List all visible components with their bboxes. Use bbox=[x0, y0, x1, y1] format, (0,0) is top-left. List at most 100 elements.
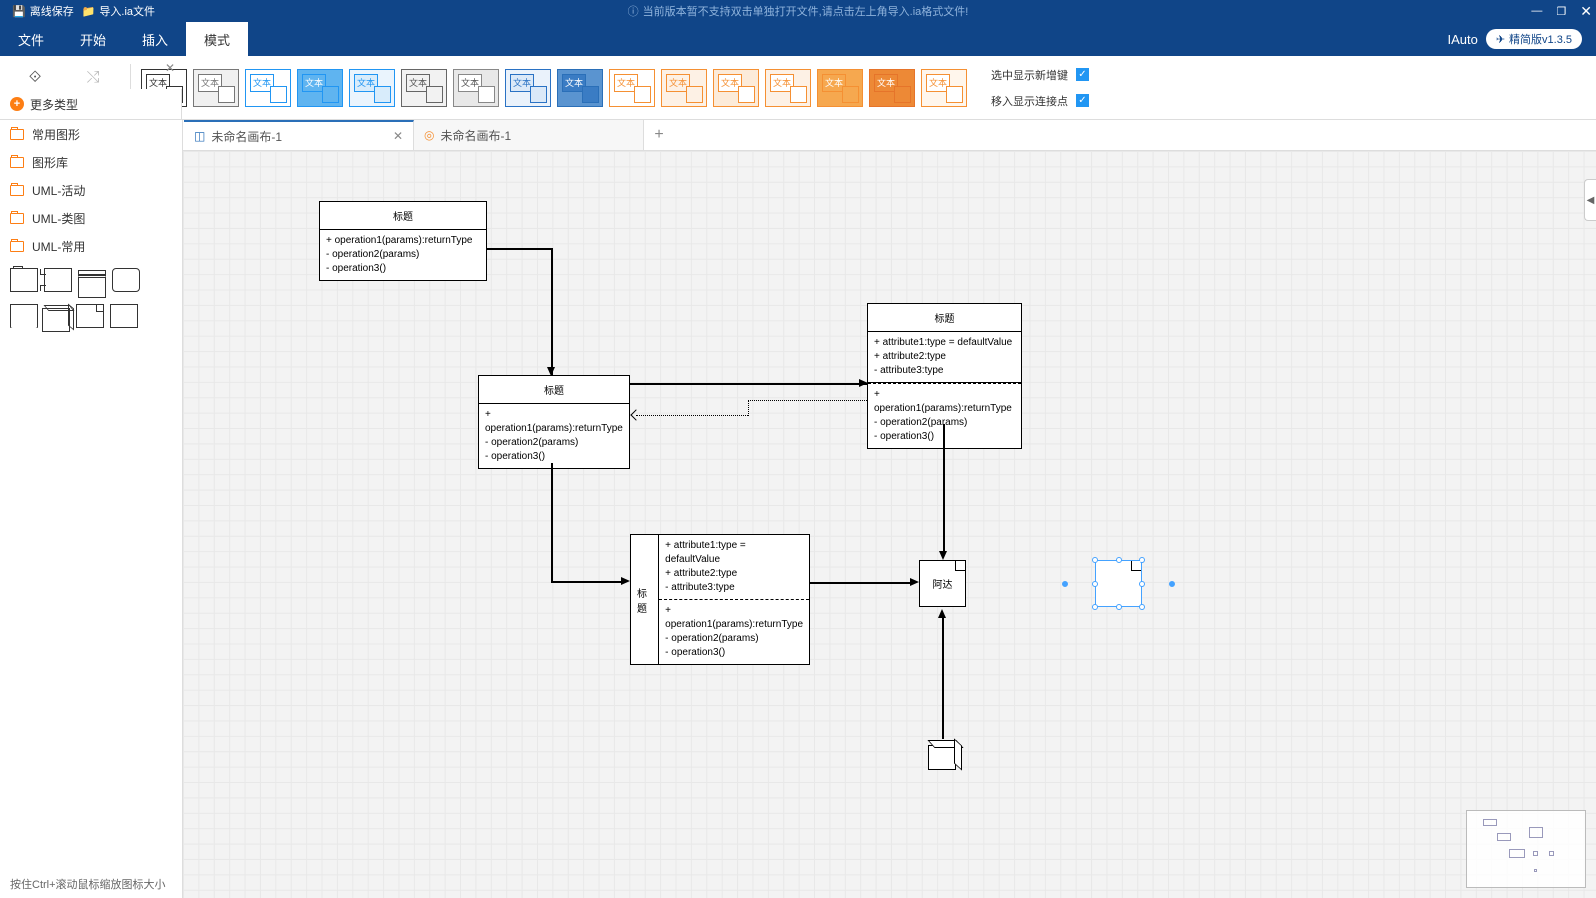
style-swatch-10[interactable]: 文本 bbox=[661, 69, 707, 107]
sidebar-item-uml-class[interactable]: UML-类图 bbox=[0, 204, 182, 232]
canvas[interactable]: ◀ 标题 + operation1(params):returnType - o… bbox=[183, 151, 1596, 898]
sidebar-item-uml-activity[interactable]: UML-活动 bbox=[0, 176, 182, 204]
checkbox-checked-icon: ✓ bbox=[1076, 94, 1089, 107]
option-show-new-keys[interactable]: 选中显示新增键 ✓ bbox=[991, 67, 1089, 83]
save-label: 离线保存 bbox=[30, 3, 74, 19]
connector[interactable] bbox=[943, 424, 945, 552]
arrow-head-icon bbox=[910, 578, 919, 586]
connector[interactable] bbox=[551, 463, 553, 581]
tab-close-button[interactable]: ✕ bbox=[393, 129, 403, 143]
cube-shape[interactable] bbox=[928, 745, 956, 770]
menu-file[interactable]: 文件 bbox=[0, 22, 62, 56]
uml-attributes: + attribute1:type = defaultValue + attri… bbox=[659, 535, 809, 600]
window-close-button[interactable]: ✕ bbox=[1580, 3, 1592, 20]
sidebar-close-button[interactable]: ✕ bbox=[165, 61, 175, 75]
palette-cube-shape[interactable] bbox=[42, 308, 70, 332]
canvas-diagram-icon: ◫ bbox=[194, 129, 205, 143]
doc-tab-2[interactable]: ◎ 未命名画布-1 bbox=[414, 120, 644, 150]
note-shape-selected[interactable] bbox=[1095, 560, 1142, 607]
ribbon-options: 选中显示新增键 ✓ 移入显示连接点 ✓ bbox=[991, 67, 1089, 109]
connector[interactable] bbox=[551, 581, 622, 583]
connector-dashed[interactable] bbox=[748, 400, 749, 416]
uml-operations: + operation1(params):returnType - operat… bbox=[868, 383, 1021, 448]
checkbox-checked-icon: ✓ bbox=[1076, 68, 1089, 81]
arrow-head-icon bbox=[547, 367, 555, 376]
uml-class-box-4[interactable]: 标题 + attribute1:type = defaultValue + at… bbox=[630, 534, 810, 665]
window-maximize-button[interactable]: ❐ bbox=[1556, 5, 1566, 18]
style-swatch-6[interactable]: 文本 bbox=[453, 69, 499, 107]
style-swatch-1[interactable]: 文本 bbox=[193, 69, 239, 107]
plane-icon: ✈ bbox=[1496, 33, 1505, 46]
uml-class-box-2[interactable]: 标题 + operation1(params):returnType - ope… bbox=[478, 375, 630, 469]
palette-class-shape[interactable] bbox=[78, 274, 106, 298]
option-show-connectors[interactable]: 移入显示连接点 ✓ bbox=[991, 93, 1089, 109]
style-swatch-14[interactable]: 文本 bbox=[869, 69, 915, 107]
titlebar-notice: ⓘ 当前版本暂不支持双击单独打开文件,请点击左上角导入.ia格式文件! bbox=[628, 3, 969, 19]
uml-attributes: + attribute1:type = defaultValue + attri… bbox=[868, 332, 1021, 383]
sidebar-item-uml-common[interactable]: UML-常用 bbox=[0, 232, 182, 260]
style-swatches: 文本文本文本文本文本文本文本文本文本文本文本文本文本文本文本文本 bbox=[141, 69, 967, 107]
connector[interactable] bbox=[810, 582, 911, 584]
palette-rounded-shape[interactable] bbox=[112, 268, 140, 292]
uml-class-box-3[interactable]: 标题 + attribute1:type = defaultValue + at… bbox=[867, 303, 1022, 449]
titlebar: 💾 离线保存 📁 导入.ia文件 ⓘ 当前版本暂不支持双击单独打开文件,请点击左… bbox=[0, 0, 1596, 22]
style-swatch-15[interactable]: 文本 bbox=[921, 69, 967, 107]
connector-dashed[interactable] bbox=[636, 415, 748, 416]
menu-mode[interactable]: 模式 bbox=[186, 22, 248, 56]
style-swatch-12[interactable]: 文本 bbox=[765, 69, 811, 107]
connection-handle[interactable] bbox=[1061, 579, 1069, 587]
style-swatch-4[interactable]: 文本 bbox=[349, 69, 395, 107]
arrow-head-icon bbox=[859, 379, 868, 387]
add-tab-button[interactable]: + bbox=[644, 120, 674, 150]
save-icon: 💾 bbox=[12, 5, 26, 18]
style-swatch-2[interactable]: 文本 bbox=[245, 69, 291, 107]
right-panel-toggle[interactable]: ◀ bbox=[1584, 179, 1596, 221]
sidebar-item-library[interactable]: 图形库 bbox=[0, 148, 182, 176]
note-shape[interactable]: 阿达 bbox=[919, 560, 966, 607]
connector[interactable] bbox=[487, 248, 552, 250]
style-swatch-13[interactable]: 文本 bbox=[817, 69, 863, 107]
import-file-button[interactable]: 📁 导入.ia文件 bbox=[82, 3, 155, 19]
arrow-head-icon bbox=[939, 551, 947, 560]
arrow-head-icon bbox=[621, 577, 630, 585]
connector[interactable] bbox=[630, 383, 867, 385]
import-label: 导入.ia文件 bbox=[99, 3, 155, 19]
connection-handle[interactable] bbox=[1168, 579, 1176, 587]
palette-rect-shape[interactable] bbox=[110, 304, 138, 328]
sidebar: + 更多类型 ✕ 常用图形 图形库 UML-活动 UML-类图 UML-常用 按… bbox=[0, 120, 183, 898]
connector[interactable] bbox=[551, 248, 553, 376]
style-swatch-9[interactable]: 文本 bbox=[609, 69, 655, 107]
info-icon: ⓘ bbox=[628, 3, 639, 19]
style-swatch-11[interactable]: 文本 bbox=[713, 69, 759, 107]
plus-icon: + bbox=[10, 97, 24, 111]
folder-import-icon: 📁 bbox=[82, 5, 96, 18]
menu-insert[interactable]: 插入 bbox=[124, 22, 186, 56]
palette-flag-shape[interactable] bbox=[10, 304, 38, 328]
uml-class-box-1[interactable]: 标题 + operation1(params):returnType - ope… bbox=[319, 201, 487, 281]
style-swatch-7[interactable]: 文本 bbox=[505, 69, 551, 107]
style-swatch-3[interactable]: 文本 bbox=[297, 69, 343, 107]
sidebar-more-types[interactable]: + 更多类型 ✕ bbox=[0, 89, 182, 120]
version-badge[interactable]: ✈ 精简版v1.3.5 bbox=[1486, 29, 1582, 49]
doc-tab-1[interactable]: ◫ 未命名画布-1 ✕ bbox=[184, 120, 414, 150]
palette-folder-shape[interactable] bbox=[10, 268, 38, 292]
folder-icon bbox=[10, 129, 24, 140]
offline-save-button[interactable]: 💾 离线保存 bbox=[12, 3, 74, 19]
folder-icon bbox=[10, 185, 24, 196]
menu-start[interactable]: 开始 bbox=[62, 22, 124, 56]
window-minimize-button[interactable]: — bbox=[1531, 5, 1542, 17]
folder-icon bbox=[10, 213, 24, 224]
minimap[interactable] bbox=[1466, 810, 1586, 888]
connector-dashed[interactable] bbox=[748, 400, 867, 401]
palette-package-shape[interactable] bbox=[44, 268, 72, 292]
connector[interactable] bbox=[942, 617, 944, 739]
sidebar-item-common[interactable]: 常用图形 bbox=[0, 120, 182, 148]
uml-side-title: 标题 bbox=[631, 535, 659, 664]
document-tabs: ◫ 未命名画布-1 ✕ ◎ 未命名画布-1 + bbox=[0, 120, 1596, 151]
style-swatch-5[interactable]: 文本 bbox=[401, 69, 447, 107]
uml-operations: + operation1(params):returnType - operat… bbox=[479, 404, 629, 468]
ribbon: ⟐ 画布尺寸 ⤭ 动态流 文本文本文本文本文本文本文本文本文本文本文本文本文本文… bbox=[0, 56, 1596, 120]
style-swatch-8[interactable]: 文本 bbox=[557, 69, 603, 107]
palette-document-shape[interactable] bbox=[76, 304, 104, 328]
canvas-size-icon: ⟐ bbox=[29, 69, 42, 87]
